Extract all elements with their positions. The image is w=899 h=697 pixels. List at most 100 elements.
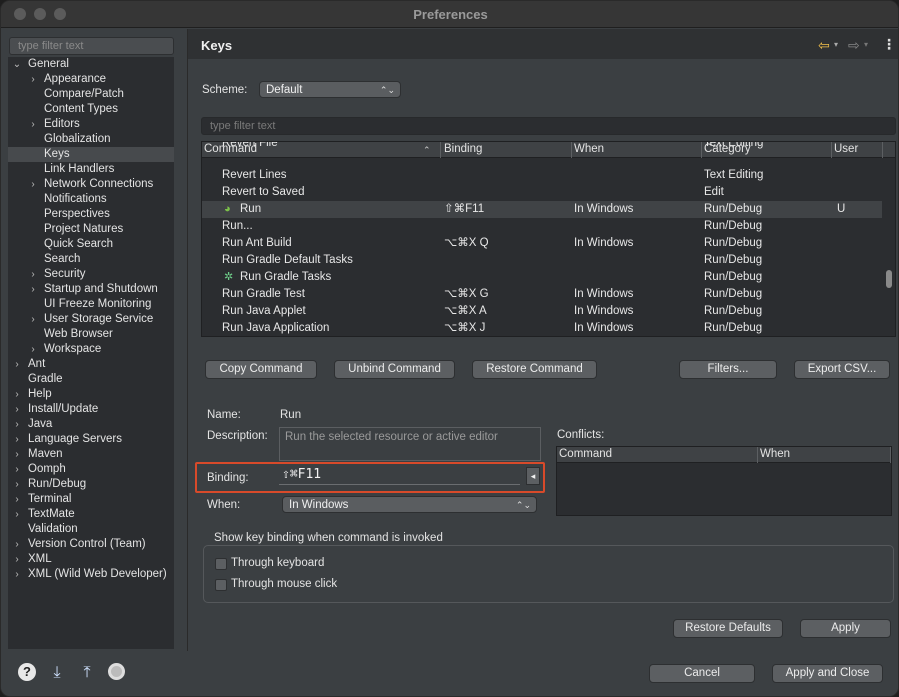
tree-item[interactable]: › Appearance — [8, 72, 174, 87]
binding-input[interactable]: ⇧⌘F11 — [279, 465, 520, 485]
tree-collapsed-chevron-icon[interactable]: › — [12, 537, 22, 552]
tree-collapsed-chevron-icon[interactable]: › — [12, 552, 22, 567]
tree-collapsed-chevron-icon[interactable]: › — [28, 312, 38, 327]
cancel-button[interactable]: Cancel — [649, 664, 755, 683]
tree-collapsed-chevron-icon[interactable]: › — [12, 567, 22, 582]
back-menu-chevron-icon[interactable]: ▾ — [834, 40, 838, 49]
tree-item[interactable]: Notifications — [8, 192, 174, 207]
table-row[interactable]: Run Ant Build ⌥⌘X Q In Windows Run/Debug — [202, 235, 882, 252]
tree-item[interactable]: Compare/Patch — [8, 87, 174, 102]
table-row[interactable]: Run... Run/Debug — [202, 218, 882, 235]
unbind-command-button[interactable]: Unbind Command — [334, 360, 455, 379]
view-menu-icon[interactable]: ⋮ — [882, 36, 896, 53]
table-row[interactable]: Run Java Application ⌥⌘X J In Windows Run/D… — [202, 320, 882, 336]
through-mouse-checkbox[interactable] — [215, 579, 227, 591]
tree-item[interactable]: Content Types — [8, 102, 174, 117]
tree-item[interactable]: › Security — [8, 267, 174, 282]
tree-item[interactable]: Link Handlers — [8, 162, 174, 177]
table-row[interactable]: Revert Lines Text Editing — [202, 167, 882, 184]
oomph-record-icon[interactable] — [108, 663, 128, 683]
tree-collapsed-chevron-icon[interactable]: › — [12, 477, 22, 492]
tree-expanded-chevron-icon[interactable]: ⌄ — [12, 57, 22, 72]
tree-collapsed-chevron-icon[interactable]: › — [12, 447, 22, 462]
forward-arrow-icon[interactable]: ⇨ — [848, 37, 860, 54]
table-row[interactable]: ✲ Run Gradle Tasks Run/Debug — [202, 269, 882, 286]
tree-item[interactable]: › Install/Update — [8, 402, 174, 417]
export-csv-button[interactable]: Export CSV... — [794, 360, 890, 379]
table-row[interactable]: Revert File Text Editing — [202, 142, 882, 152]
table-row[interactable]: ◕ Run ⇧⌘F11 In Windows Run/Debug U — [202, 201, 882, 218]
column-divider[interactable] — [882, 142, 883, 158]
tree-item[interactable]: › Editors — [8, 117, 174, 132]
copy-command-button[interactable]: Copy Command — [205, 360, 317, 379]
filters-button[interactable]: Filters... — [679, 360, 777, 379]
tree-collapsed-chevron-icon[interactable]: › — [12, 387, 22, 402]
tree-item[interactable]: › XML (Wild Web Developer) — [8, 567, 174, 582]
through-keyboard-label[interactable]: Through keyboard — [231, 557, 324, 569]
import-icon[interactable]: ⤓ — [47, 663, 67, 683]
tree-item[interactable]: › Oomph — [8, 462, 174, 477]
tree-item[interactable]: › Startup and Shutdown — [8, 282, 174, 297]
tree-collapsed-chevron-icon[interactable]: › — [28, 282, 38, 297]
tree-collapsed-chevron-icon[interactable]: › — [28, 117, 38, 132]
table-scrollbar[interactable] — [886, 270, 892, 288]
tree-item[interactable]: Validation — [8, 522, 174, 537]
table-row[interactable]: Run Gradle Default Tasks Run/Debug — [202, 252, 882, 269]
tree-item[interactable]: Web Browser — [8, 327, 174, 342]
tree-item[interactable]: ⌄ General — [8, 57, 174, 72]
tree-item[interactable]: › Run/Debug — [8, 477, 174, 492]
table-row[interactable]: Run Java Applet ⌥⌘X A In Windows Run/Debug — [202, 303, 882, 320]
tree-item[interactable]: Keys — [8, 147, 174, 162]
tree-collapsed-chevron-icon[interactable]: › — [12, 357, 22, 372]
table-row[interactable]: Run Gradle Test ⌥⌘X G In Windows Run/Debug — [202, 286, 882, 303]
tree-item[interactable]: Globalization — [8, 132, 174, 147]
help-icon[interactable]: ? — [18, 663, 38, 683]
when-select[interactable]: In Windows ⌃⌄ — [282, 496, 537, 513]
table-row[interactable]: Revert to Saved Edit — [202, 184, 882, 201]
tree-item[interactable]: › Network Connections — [8, 177, 174, 192]
tree-item[interactable]: › Maven — [8, 447, 174, 462]
column-divider[interactable] — [757, 447, 758, 463]
tree-filter-input[interactable]: type filter text — [9, 37, 174, 55]
apply-and-close-button[interactable]: Apply and Close — [772, 664, 883, 683]
tree-collapsed-chevron-icon[interactable]: › — [28, 342, 38, 357]
tree-item[interactable]: › Ant — [8, 357, 174, 372]
binding-menu-button[interactable]: ◂ — [526, 467, 540, 485]
apply-button[interactable]: Apply — [800, 619, 891, 638]
tree-item[interactable]: Search — [8, 252, 174, 267]
tree-collapsed-chevron-icon[interactable]: › — [12, 402, 22, 417]
tree-item[interactable]: › Version Control (Team) — [8, 537, 174, 552]
tree-collapsed-chevron-icon[interactable]: › — [28, 267, 38, 282]
conflicts-column-when[interactable]: When — [760, 448, 790, 460]
tree-item[interactable]: › Language Servers — [8, 432, 174, 447]
tree-collapsed-chevron-icon[interactable]: › — [12, 462, 22, 477]
tree-item[interactable]: › Help — [8, 387, 174, 402]
tree-item[interactable]: Project Natures — [8, 222, 174, 237]
tree-collapsed-chevron-icon[interactable]: › — [28, 72, 38, 87]
tree-item[interactable]: UI Freeze Monitoring — [8, 297, 174, 312]
through-keyboard-checkbox[interactable] — [215, 558, 227, 570]
tree-item[interactable]: › Workspace — [8, 342, 174, 357]
export-icon[interactable]: ⤒ — [77, 663, 97, 683]
tree-collapsed-chevron-icon[interactable]: › — [12, 507, 22, 522]
tree-collapsed-chevron-icon[interactable]: › — [28, 177, 38, 192]
restore-command-button[interactable]: Restore Command — [472, 360, 597, 379]
description-field[interactable]: Run the selected resource or active edit… — [279, 427, 541, 461]
column-divider[interactable] — [890, 447, 891, 463]
conflicts-column-command[interactable]: Command — [559, 448, 612, 460]
command-filter-input[interactable]: type filter text — [201, 117, 896, 135]
back-arrow-icon[interactable]: ⇦ — [818, 37, 830, 54]
tree-collapsed-chevron-icon[interactable]: › — [12, 417, 22, 432]
through-mouse-label[interactable]: Through mouse click — [231, 578, 337, 590]
tree-item[interactable]: › Java — [8, 417, 174, 432]
tree-item[interactable]: › XML — [8, 552, 174, 567]
tree-item[interactable]: Perspectives — [8, 207, 174, 222]
tree-item[interactable]: Gradle — [8, 372, 174, 387]
tree-item[interactable]: Quick Search — [8, 237, 174, 252]
tree-item[interactable]: › Terminal — [8, 492, 174, 507]
tree-collapsed-chevron-icon[interactable]: › — [12, 432, 22, 447]
tree-item[interactable]: › User Storage Service — [8, 312, 174, 327]
restore-defaults-button[interactable]: Restore Defaults — [673, 619, 783, 638]
tree-collapsed-chevron-icon[interactable]: › — [12, 492, 22, 507]
forward-menu-chevron-icon[interactable]: ▾ — [864, 40, 868, 49]
